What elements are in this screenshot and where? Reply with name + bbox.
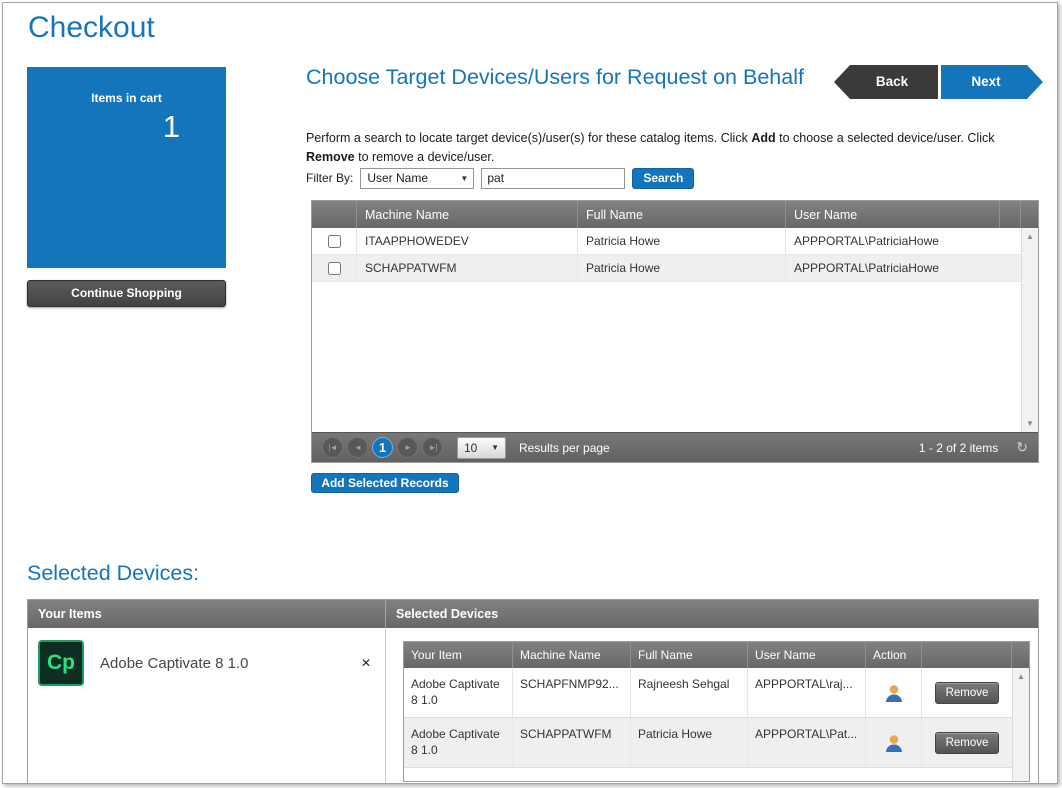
first-page-button[interactable]: |◄ — [322, 437, 343, 458]
vertical-scrollbar[interactable]: ▲ ▼ — [1021, 228, 1038, 432]
selected-devices-panel: Your Items Selected Devices Cp Adobe Cap… — [27, 599, 1039, 784]
cart-count: 1 — [27, 109, 226, 145]
row-checkbox[interactable] — [328, 235, 341, 248]
filter-by-value: User Name — [367, 171, 428, 185]
user-icon[interactable] — [866, 718, 922, 767]
results-grid: Machine Name Full Name User Name ITAAPPH… — [311, 200, 1039, 463]
instructions-part2: to choose a selected device/user. Click — [776, 131, 995, 145]
your-item-header: Your Item — [404, 642, 513, 668]
close-icon[interactable]: ✕ — [361, 656, 371, 670]
last-page-button[interactable]: ►| — [422, 437, 443, 458]
items-range-label: 1 - 2 of 2 items — [919, 441, 998, 455]
your-item-cell: Adobe Captivate 8 1.0 — [404, 668, 513, 717]
instructions-part3: to remove a device/user. — [355, 150, 495, 164]
checkbox-cell — [312, 228, 357, 254]
scroll-up-icon[interactable]: ▲ — [1026, 232, 1034, 241]
table-row: Adobe Captivate 8 1.0 SCHAPFNMP92... Raj… — [404, 668, 1012, 718]
next-page-button[interactable]: ► — [397, 437, 418, 458]
results-grid-body: ITAAPPHOWEDEV Patricia Howe APPPORTAL\Pa… — [312, 228, 1038, 432]
machine-name-cell: SCHAPFNMP92... — [513, 668, 631, 717]
continue-shopping-button[interactable]: Continue Shopping — [27, 280, 226, 307]
machine-name-cell: ITAAPPHOWEDEV — [357, 228, 578, 254]
list-item: Cp Adobe Captivate 8 1.0 ✕ — [28, 628, 385, 686]
remove-button-cell: Remove — [922, 718, 1012, 767]
scrollbar-column-header — [1012, 642, 1029, 668]
user-name-cell: APPPORTAL\PatriciaHowe — [786, 228, 1021, 254]
user-name-header: User Name — [786, 201, 1000, 228]
selected-panel-header: Your Items Selected Devices — [28, 600, 1038, 628]
selected-devices-table: Your Item Machine Name Full Name User Na… — [403, 641, 1030, 782]
results-per-page-label: Results per page — [519, 441, 610, 455]
spare-column-header — [1000, 201, 1021, 228]
selected-devices-heading: Selected Devices: — [27, 561, 199, 586]
user-name-cell: APPPORTAL\raj... — [748, 668, 866, 717]
instructions-part1: Perform a search to locate target device… — [306, 131, 751, 145]
item-name: Adobe Captivate 8 1.0 — [100, 655, 248, 672]
user-icon[interactable] — [866, 668, 922, 717]
cart-items-label: Items in cart — [27, 91, 226, 105]
instructions-bold-add: Add — [751, 131, 775, 145]
full-name-cell: Patricia Howe — [578, 255, 786, 281]
checkout-page: Checkout Items in cart 1 Continue Shoppi… — [2, 2, 1058, 784]
full-name-cell: Rajneesh Sehgal — [631, 668, 748, 717]
back-button[interactable]: Back — [834, 65, 938, 99]
table-row: ITAAPPHOWEDEV Patricia Howe APPPORTAL\Pa… — [312, 228, 1021, 255]
partial-row — [404, 768, 1012, 782]
search-input[interactable] — [481, 168, 625, 189]
scroll-down-icon[interactable]: ▼ — [1026, 419, 1034, 428]
your-item-cell: Adobe Captivate 8 1.0 — [404, 718, 513, 767]
machine-name-cell: SCHAPPATWFM — [513, 718, 631, 767]
remove-button[interactable]: Remove — [935, 682, 999, 704]
checkbox-cell — [312, 255, 357, 281]
pager-bar: |◄ ◄ 1 ► ►| 10 ▼ Results per page 1 - 2 … — [312, 432, 1038, 462]
selected-devices-pane: Your Item Machine Name Full Name User Na… — [387, 628, 1038, 784]
page-title: Checkout — [28, 11, 155, 45]
user-name-cell: APPPORTAL\Pat... — [748, 718, 866, 767]
wizard-heading: Choose Target Devices/Users for Request … — [306, 64, 826, 92]
instructions-bold-remove: Remove — [306, 150, 355, 164]
scroll-up-icon[interactable]: ▲ — [1017, 672, 1025, 681]
your-items-header: Your Items — [28, 600, 386, 628]
results-grid-header: Machine Name Full Name User Name — [312, 201, 1038, 228]
select-column-header — [312, 201, 357, 228]
full-name-cell: Patricia Howe — [578, 228, 786, 254]
next-button[interactable]: Next — [941, 65, 1043, 99]
table-row: Adobe Captivate 8 1.0 SCHAPPATWFM Patric… — [404, 718, 1012, 768]
user-name-header: User Name — [748, 642, 866, 668]
remove-button-cell: Remove — [922, 668, 1012, 717]
page-size-select[interactable]: 10 ▼ — [457, 437, 506, 459]
machine-name-cell: SCHAPPATWFM — [357, 255, 578, 281]
machine-name-header: Machine Name — [357, 201, 578, 228]
user-name-cell: APPPORTAL\PatriciaHowe — [786, 255, 1021, 281]
wizard-nav: Back Next — [834, 65, 1043, 99]
vertical-scrollbar[interactable]: ▲ — [1012, 668, 1029, 781]
search-button[interactable]: Search — [632, 168, 694, 189]
remove-column-header — [922, 642, 1012, 668]
full-name-cell: Patricia Howe — [631, 718, 748, 767]
page-size-value: 10 — [464, 441, 477, 455]
filter-by-label: Filter By: — [306, 171, 353, 185]
current-page-button[interactable]: 1 — [372, 437, 393, 458]
add-selected-records-button[interactable]: Add Selected Records — [311, 473, 459, 493]
full-name-header: Full Name — [578, 201, 786, 228]
row-checkbox[interactable] — [328, 262, 341, 275]
table-row: SCHAPPATWFM Patricia Howe APPPORTAL\Patr… — [312, 255, 1021, 282]
chevron-down-icon: ▼ — [491, 443, 499, 452]
full-name-header: Full Name — [631, 642, 748, 668]
filter-row: Filter By: User Name ▼ Search — [306, 167, 694, 189]
chevron-down-icon: ▼ — [460, 174, 468, 183]
adobe-captivate-icon: Cp — [38, 640, 84, 686]
cart-summary: Items in cart 1 — [27, 67, 226, 268]
instructions-text: Perform a search to locate target device… — [306, 129, 1044, 168]
selected-devices-header: Selected Devices — [386, 600, 1038, 628]
selected-table-header: Your Item Machine Name Full Name User Na… — [404, 642, 1029, 668]
refresh-icon[interactable]: ↻ — [1016, 439, 1028, 456]
filter-by-select[interactable]: User Name ▼ — [360, 168, 474, 189]
previous-page-button[interactable]: ◄ — [347, 437, 368, 458]
remove-button[interactable]: Remove — [935, 732, 999, 754]
machine-name-header: Machine Name — [513, 642, 631, 668]
action-header: Action — [866, 642, 922, 668]
scrollbar-column-header — [1021, 201, 1038, 228]
your-items-pane: Cp Adobe Captivate 8 1.0 ✕ — [28, 628, 386, 784]
